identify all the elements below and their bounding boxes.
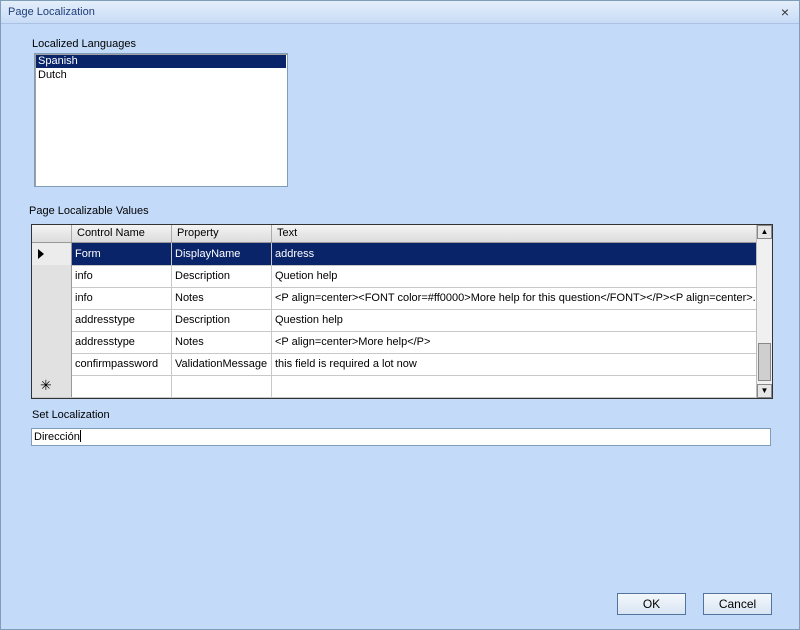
grid-vertical-scrollbar[interactable]: ▲ ▼ (756, 225, 772, 398)
localized-languages-list[interactable]: Spanish Dutch (34, 53, 288, 187)
cell-control-name[interactable]: Form (72, 243, 172, 265)
cell-control-name[interactable]: addresstype (72, 309, 172, 331)
column-header-control-name[interactable]: Control Name (72, 225, 172, 242)
language-item-dutch[interactable]: Dutch (36, 69, 286, 82)
localized-languages-label: Localized Languages (32, 38, 136, 50)
row-header[interactable] (32, 331, 72, 353)
cell-property[interactable]: Description (172, 309, 272, 331)
row-header[interactable] (32, 265, 72, 287)
set-localization-input[interactable]: Dirección (31, 428, 771, 446)
cell-text[interactable] (272, 375, 756, 397)
column-header-text[interactable]: Text (272, 225, 756, 242)
scroll-thumb[interactable] (758, 343, 771, 381)
cancel-button[interactable]: Cancel (703, 593, 772, 615)
row-header[interactable] (32, 243, 72, 265)
set-localization-label: Set Localization (32, 409, 110, 421)
table-row[interactable]: Form DisplayName address (32, 243, 756, 266)
cell-control-name[interactable]: confirmpassword (72, 353, 172, 375)
cell-text[interactable]: this field is required a lot now (272, 353, 756, 375)
cell-property[interactable] (172, 375, 272, 397)
cell-text[interactable]: Question help (272, 309, 756, 331)
cell-property[interactable]: Notes (172, 331, 272, 353)
current-row-arrow-icon (38, 249, 44, 259)
localizable-values-grid[interactable]: Control Name Property Text Form DisplayN… (31, 224, 773, 399)
table-row[interactable]: info Notes <P align=center><FONT color=#… (32, 287, 756, 310)
table-row[interactable]: confirmpassword ValidationMessage this f… (32, 353, 756, 376)
cell-property[interactable]: ValidationMessage (172, 353, 272, 375)
table-row[interactable]: addresstype Notes <P align=center>More h… (32, 331, 756, 354)
cell-text[interactable]: <P align=center>More help</P> (272, 331, 756, 353)
row-header[interactable]: ✳ (32, 375, 72, 397)
scroll-down-icon[interactable]: ▼ (757, 384, 772, 398)
cell-control-name[interactable]: info (72, 287, 172, 309)
cell-property[interactable]: DisplayName (172, 243, 272, 265)
table-row[interactable]: info Description Quetion help (32, 265, 756, 288)
page-localizable-values-label: Page Localizable Values (29, 205, 149, 217)
set-localization-value: Dirección (34, 431, 80, 443)
page-localization-dialog: Page Localization × Localized Languages … (0, 0, 800, 630)
title-bar: Page Localization × (1, 1, 799, 24)
grid-header: Control Name Property Text (32, 225, 756, 243)
row-header[interactable] (32, 287, 72, 309)
cell-control-name[interactable]: addresstype (72, 331, 172, 353)
close-icon[interactable]: × (777, 4, 793, 20)
cell-property[interactable]: Description (172, 265, 272, 287)
cell-text[interactable]: Quetion help (272, 265, 756, 287)
grid-corner (32, 225, 72, 242)
row-header[interactable] (32, 309, 72, 331)
cell-control-name[interactable]: info (72, 265, 172, 287)
column-header-property[interactable]: Property (172, 225, 272, 242)
cell-text[interactable]: address (272, 243, 756, 265)
text-caret (79, 430, 81, 442)
cell-text[interactable]: <P align=center><FONT color=#ff0000>More… (272, 287, 756, 309)
ok-button[interactable]: OK (617, 593, 686, 615)
cell-control-name[interactable] (72, 375, 172, 397)
table-row[interactable]: addresstype Description Question help (32, 309, 756, 332)
row-header[interactable] (32, 353, 72, 375)
new-row[interactable]: ✳ (32, 375, 756, 398)
language-item-spanish[interactable]: Spanish (36, 55, 286, 68)
cell-property[interactable]: Notes (172, 287, 272, 309)
scroll-up-icon[interactable]: ▲ (757, 225, 772, 239)
new-row-star-icon: ✳ (40, 377, 52, 393)
window-title: Page Localization (8, 6, 95, 18)
